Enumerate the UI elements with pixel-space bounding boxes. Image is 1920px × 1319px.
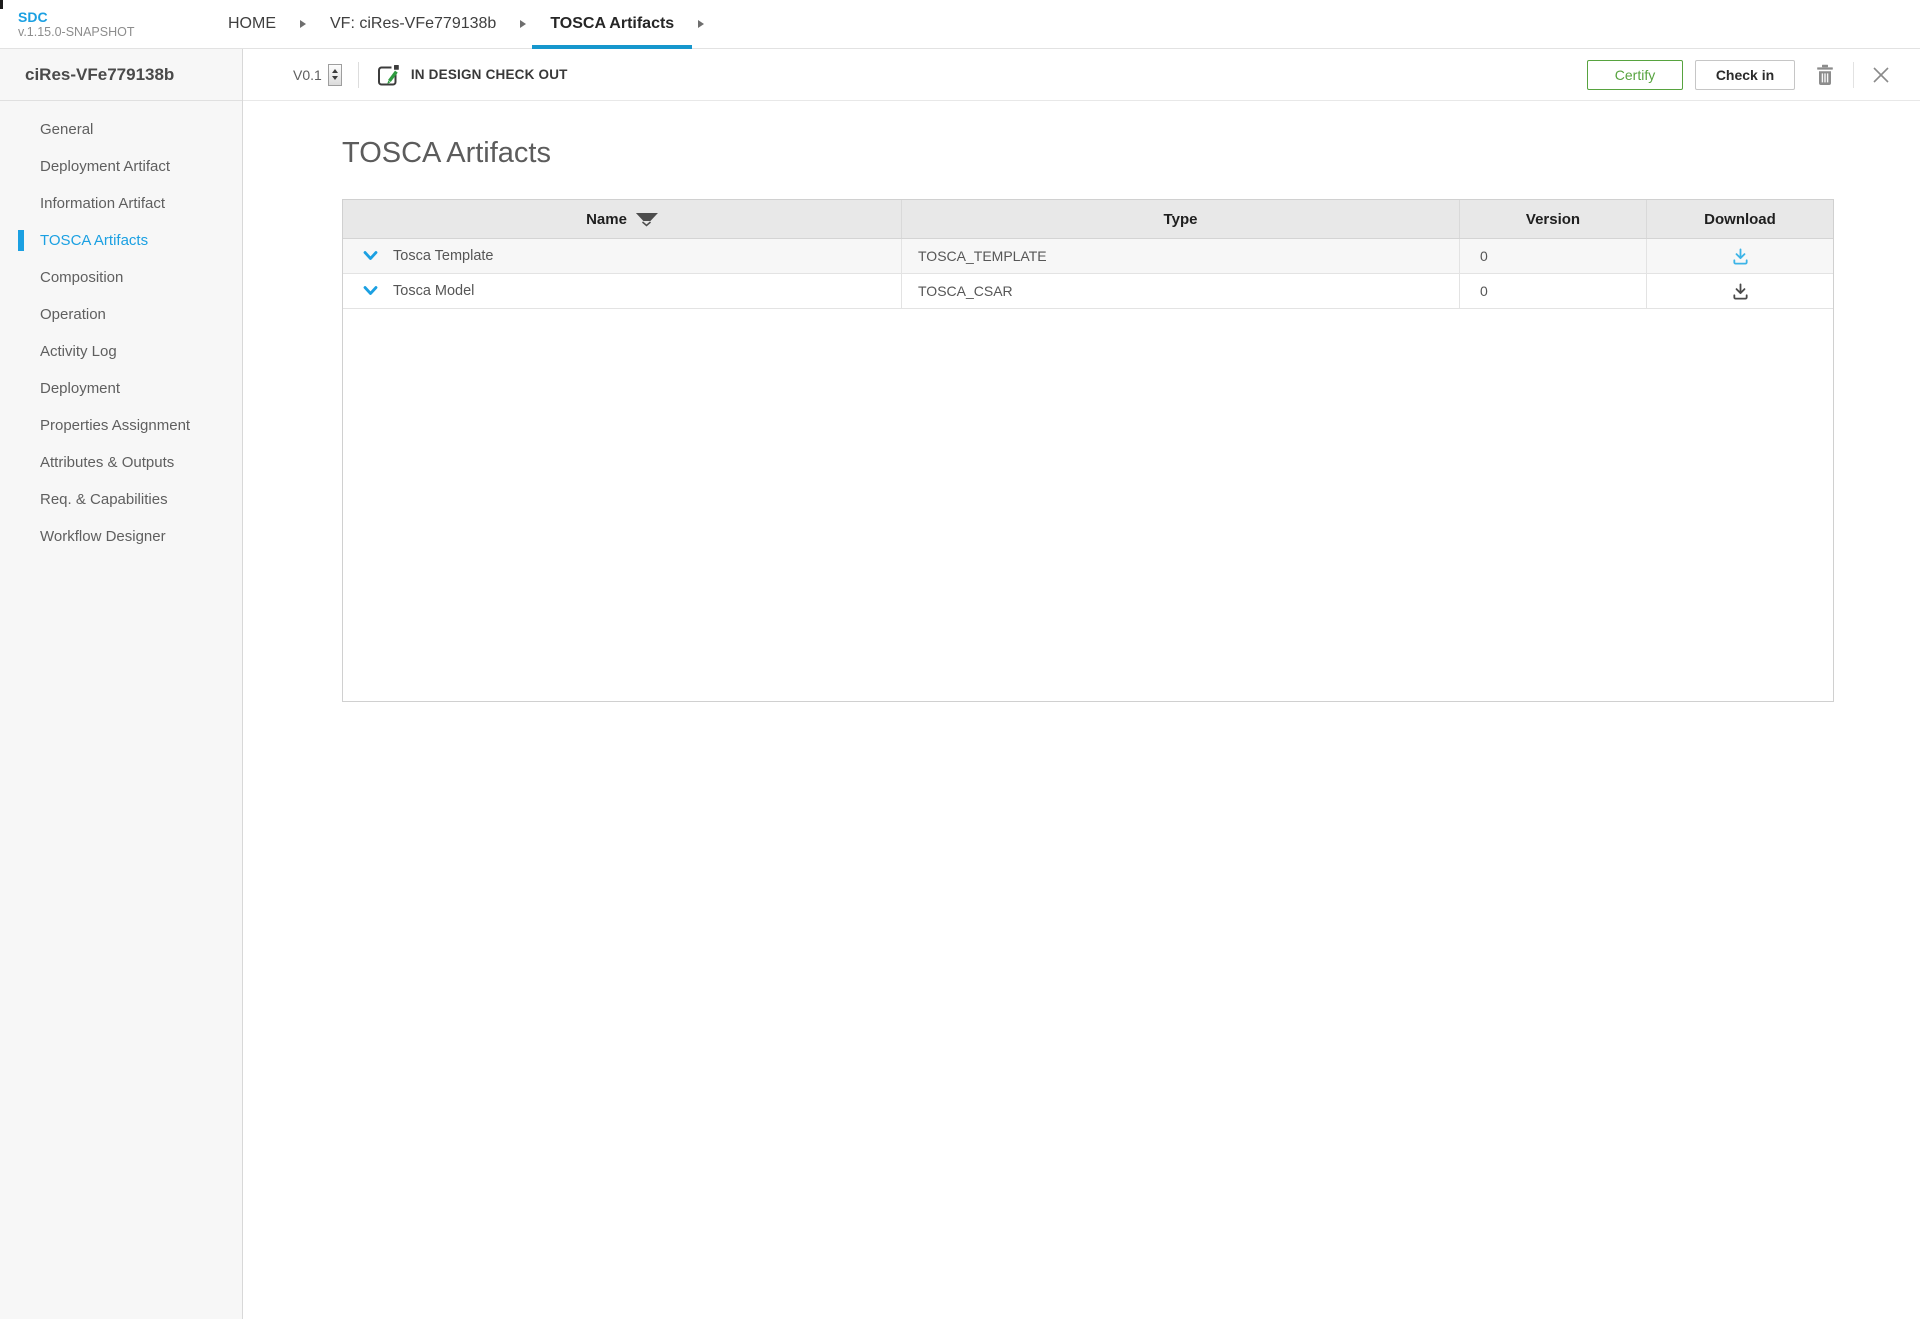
version-stepper[interactable] [328, 64, 342, 86]
sidebar-item-deployment[interactable]: Deployment [0, 370, 242, 407]
stepper-down-icon[interactable] [332, 76, 338, 80]
version-label: V0.1 [293, 67, 322, 83]
artifact-version: 0 [1480, 283, 1488, 299]
breadcrumb-tab-tosca-artifacts[interactable]: TOSCA Artifacts [532, 0, 692, 48]
sidebar-item-information-artifact[interactable]: Information Artifact [0, 185, 242, 222]
download-button[interactable] [1731, 282, 1750, 301]
sidebar-item-operation[interactable]: Operation [0, 296, 242, 333]
sidebar-item-properties-assignment[interactable]: Properties Assignment [0, 407, 242, 444]
breadcrumb-arrow-icon [514, 0, 532, 48]
expand-row-button[interactable] [363, 251, 378, 261]
sidebar-item-label: Information Artifact [40, 195, 165, 212]
sidebar-item-label: Operation [40, 306, 106, 323]
column-header-name[interactable]: Name [343, 200, 902, 238]
expand-row-button[interactable] [363, 286, 378, 296]
stepper-up-icon[interactable] [332, 69, 338, 73]
artifact-name: Tosca Model [393, 283, 474, 299]
tosca-artifacts-table: Name Type Version Download [342, 199, 1834, 702]
breadcrumb-tab-label: HOME [228, 15, 276, 33]
sidebar-item-label: General [40, 121, 93, 138]
chevron-down-icon [363, 251, 378, 261]
page-title: TOSCA Artifacts [342, 137, 1920, 170]
column-header-label: Download [1704, 211, 1776, 228]
sidebar-item-label: Attributes & Outputs [40, 454, 174, 471]
app-logo[interactable]: SDC v.1.15.0-SNAPSHOT [18, 9, 168, 39]
sidebar-item-label: Workflow Designer [40, 528, 166, 545]
top-bar: SDC v.1.15.0-SNAPSHOT HOME VF: ciRes-VFe… [0, 0, 1920, 49]
table-row-tosca-template[interactable]: Tosca Template TOSCA_TEMPLATE 0 [343, 239, 1833, 274]
artifact-name-cell: Tosca Model [343, 274, 902, 308]
sidebar-item-attributes-outputs[interactable]: Attributes & Outputs [0, 444, 242, 481]
sidebar-item-label: Req. & Capabilities [40, 491, 168, 508]
sidebar-item-composition[interactable]: Composition [0, 259, 242, 296]
download-icon [1731, 247, 1750, 266]
lifecycle-state-text: IN DESIGN CHECK OUT [411, 67, 568, 82]
artifact-type-cell: TOSCA_CSAR [902, 274, 1460, 308]
app-logo-text: SDC [18, 9, 168, 25]
artifact-download-cell [1647, 274, 1833, 308]
trash-icon [1815, 64, 1835, 86]
sidebar-item-tosca-artifacts[interactable]: TOSCA Artifacts [0, 222, 242, 259]
active-tab-underline [532, 45, 692, 49]
close-icon [1872, 66, 1890, 84]
artifact-type: TOSCA_TEMPLATE [918, 248, 1047, 264]
check-in-button[interactable]: Check in [1695, 60, 1795, 90]
column-header-label: Name [586, 211, 627, 228]
toolbar-divider [358, 62, 359, 88]
download-icon [1731, 282, 1750, 301]
breadcrumb-tab-label: TOSCA Artifacts [550, 15, 674, 33]
table-header-row: Name Type Version Download [343, 200, 1833, 239]
sidebar-item-general[interactable]: General [0, 111, 242, 148]
certify-button[interactable]: Certify [1587, 60, 1683, 90]
sidebar-item-deployment-artifact[interactable]: Deployment Artifact [0, 148, 242, 185]
sidebar: ciRes-VFe779138b General Deployment Arti… [0, 49, 243, 1319]
sidebar-item-label: TOSCA Artifacts [40, 232, 148, 249]
table-row-tosca-model[interactable]: Tosca Model TOSCA_CSAR 0 [343, 274, 1833, 309]
column-header-version[interactable]: Version [1460, 200, 1647, 238]
breadcrumb-arrow-icon [692, 0, 710, 48]
breadcrumb-tab-vf[interactable]: VF: ciRes-VFe779138b [312, 0, 514, 48]
artifact-version-cell: 0 [1460, 239, 1647, 273]
column-header-download[interactable]: Download [1647, 200, 1833, 238]
sidebar-item-label: Activity Log [40, 343, 117, 360]
artifact-type: TOSCA_CSAR [918, 283, 1013, 299]
sort-icon[interactable] [636, 213, 658, 227]
lifecycle-toolbar: V0.1 IN DESIGN CHECK OUT Certify Check i… [243, 49, 1920, 101]
sidebar-item-label: Deployment [40, 380, 120, 397]
sidebar-resource-title: ciRes-VFe779138b [0, 49, 242, 101]
main-content: TOSCA Artifacts Name Type Version [243, 101, 1920, 702]
breadcrumb-arrow-icon [294, 0, 312, 48]
sidebar-item-req-capabilities[interactable]: Req. & Capabilities [0, 481, 242, 518]
sort-chevron-icon [641, 221, 652, 227]
chevron-down-icon [363, 286, 378, 296]
download-button[interactable] [1731, 247, 1750, 266]
artifact-version-cell: 0 [1460, 274, 1647, 308]
close-button[interactable] [1868, 62, 1894, 88]
checkout-edit-icon [375, 62, 401, 88]
corner-mark [0, 0, 3, 9]
breadcrumb-tab-label: VF: ciRes-VFe779138b [330, 15, 496, 33]
column-header-label: Type [1164, 211, 1198, 228]
artifact-name-cell: Tosca Template [343, 239, 902, 273]
sidebar-item-workflow-designer[interactable]: Workflow Designer [0, 518, 242, 555]
breadcrumb: HOME VF: ciRes-VFe779138b TOSCA Artifact… [210, 0, 710, 48]
artifact-download-cell [1647, 239, 1833, 273]
sidebar-menu: General Deployment Artifact Information … [0, 101, 242, 555]
artifact-name: Tosca Template [393, 248, 493, 264]
artifact-version: 0 [1480, 248, 1488, 264]
lifecycle-state: IN DESIGN CHECK OUT [375, 62, 568, 88]
sidebar-item-label: Properties Assignment [40, 417, 190, 434]
delete-button[interactable] [1811, 60, 1839, 90]
column-header-label: Version [1526, 211, 1580, 228]
sidebar-item-activity-log[interactable]: Activity Log [0, 333, 242, 370]
artifact-type-cell: TOSCA_TEMPLATE [902, 239, 1460, 273]
breadcrumb-tab-home[interactable]: HOME [210, 0, 294, 48]
toolbar-divider [1853, 62, 1854, 88]
app-build-version: v.1.15.0-SNAPSHOT [18, 25, 168, 39]
column-header-type[interactable]: Type [902, 200, 1460, 238]
sidebar-item-label: Deployment Artifact [40, 158, 170, 175]
sidebar-item-label: Composition [40, 269, 123, 286]
